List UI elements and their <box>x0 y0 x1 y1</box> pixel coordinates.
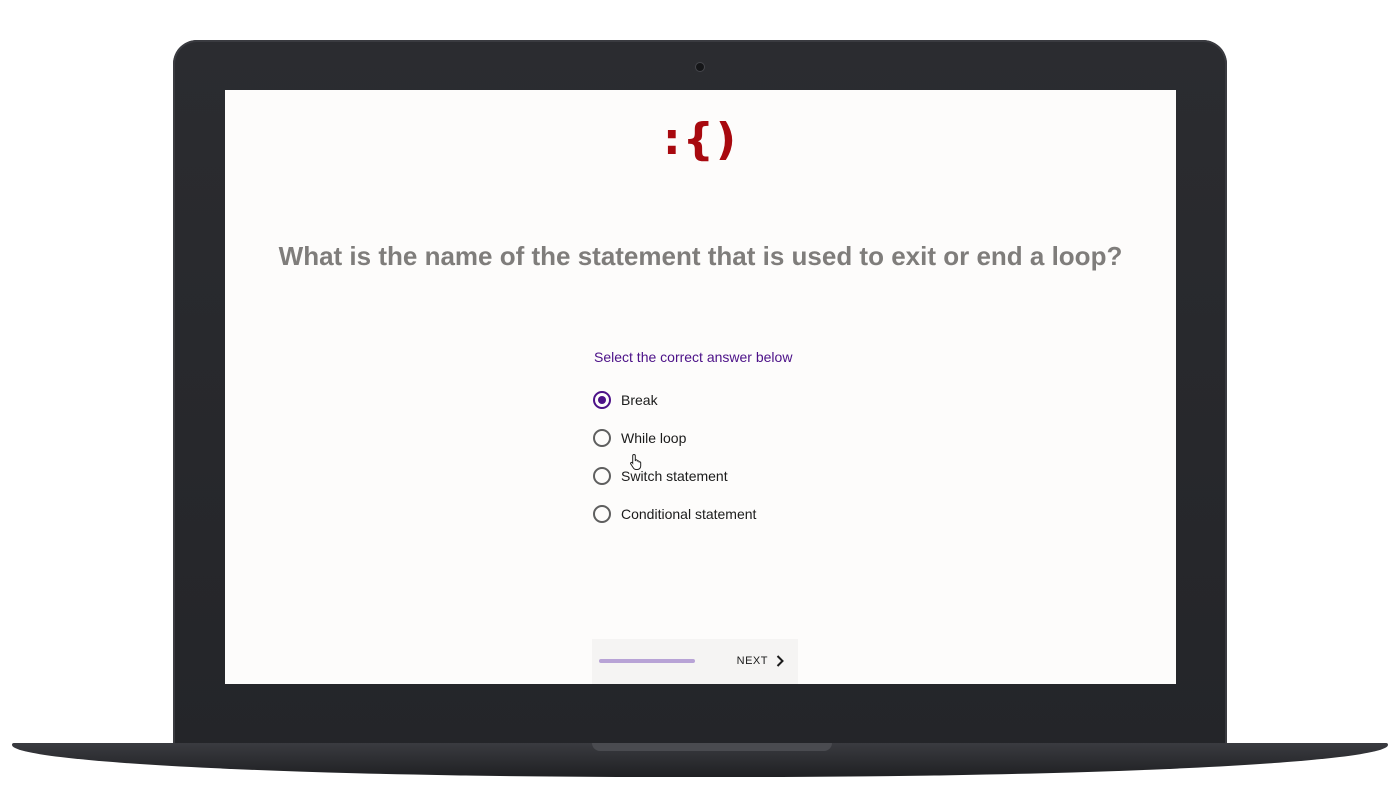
option-switch-statement[interactable]: Switch statement <box>593 464 756 488</box>
option-label: Break <box>621 392 658 408</box>
option-conditional-statement[interactable]: Conditional statement <box>593 502 756 526</box>
laptop-base <box>12 743 1388 777</box>
option-while-loop[interactable]: While loop <box>593 426 756 450</box>
option-label: While loop <box>621 430 687 446</box>
chevron-right-icon <box>776 655 784 667</box>
answer-options: Break While loop Switch statement Condit… <box>593 388 756 540</box>
next-button[interactable]: NEXT <box>737 651 784 671</box>
laptop-notch <box>592 743 832 751</box>
camera-dot <box>696 63 704 71</box>
hand-pointer-cursor-icon <box>630 453 642 470</box>
option-break[interactable]: Break <box>593 388 756 412</box>
option-label: Conditional statement <box>621 506 757 522</box>
next-label: NEXT <box>736 655 768 667</box>
radio-switch-statement[interactable] <box>593 467 611 485</box>
radio-break[interactable] <box>593 391 611 409</box>
laptop-mockup: :{) What is the name of the statement th… <box>0 0 1400 794</box>
progress-bar <box>599 659 695 663</box>
answer-prompt: Select the correct answer below <box>594 349 793 365</box>
quiz-footer: NEXT <box>592 639 798 684</box>
radio-while-loop[interactable] <box>593 429 611 447</box>
brand-logo: :{) <box>662 114 739 165</box>
progress-fill <box>599 659 695 663</box>
radio-conditional-statement[interactable] <box>593 505 611 523</box>
question-title: What is the name of the statement that i… <box>278 241 1123 271</box>
quiz-screen: :{) What is the name of the statement th… <box>225 90 1176 684</box>
